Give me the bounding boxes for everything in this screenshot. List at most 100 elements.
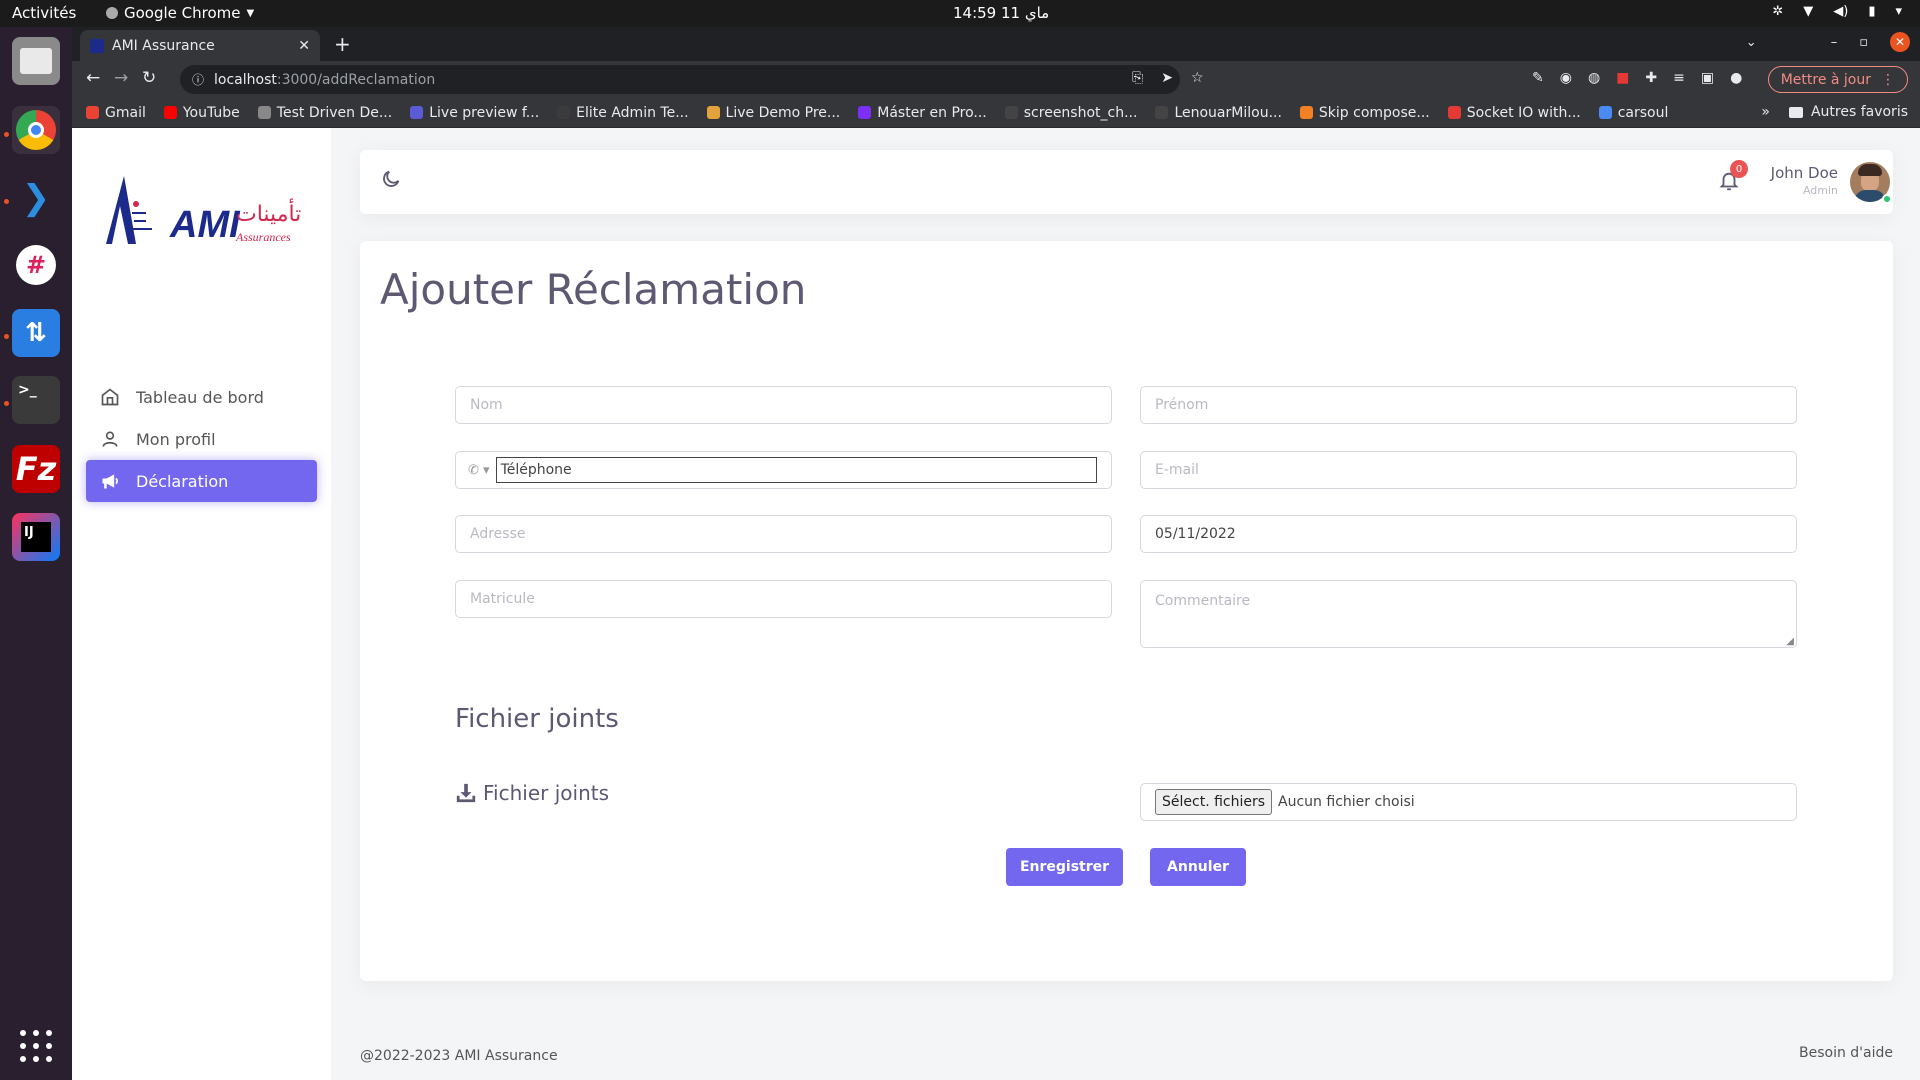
bookmark-favicon-icon [557, 106, 571, 119]
running-indicator [4, 401, 9, 406]
new-tab-icon[interactable]: + [334, 32, 351, 56]
app-menu[interactable]: Google Chrome ▼ [106, 4, 254, 22]
bookmark-item[interactable]: Live Demo Pre... [706, 104, 841, 121]
transfer-icon[interactable]: ⇅ [12, 309, 60, 357]
sidebar-item-tableau-de-bord[interactable]: Tableau de bord [86, 376, 317, 418]
extension-color-icon[interactable]: ◉ [1560, 70, 1572, 86]
bookmark-label: Gmail [105, 104, 146, 121]
bookmark-item[interactable]: screenshot_ch... [1004, 105, 1137, 121]
bookmark-star-icon[interactable]: ☆ [1191, 70, 1204, 86]
bookmark-item[interactable]: Elite Admin Te... [557, 104, 689, 121]
forward-icon[interactable]: → [114, 68, 128, 88]
bookmark-label: carsoul [1617, 104, 1669, 121]
country-code-select[interactable]: ✆ ▾ [468, 463, 490, 478]
activities-button[interactable]: Activités [12, 4, 76, 22]
dark-mode-moon-icon[interactable] [380, 168, 402, 190]
adresse-placeholder: Adresse [470, 526, 526, 542]
site-favicon-icon [90, 38, 104, 53]
other-bookmarks-label: Autres favoris [1810, 104, 1908, 120]
chrome-icon[interactable] [12, 106, 60, 154]
bookmark-item[interactable]: carsoul [1598, 104, 1669, 121]
intellij-icon[interactable]: IJ [12, 513, 60, 561]
profile-icon[interactable]: ● [1730, 70, 1742, 86]
bookmark-item[interactable]: YouTube [163, 105, 240, 121]
update-button[interactable]: Mettre à jour ⋮ [1767, 66, 1908, 93]
file-upload-field: Sélect. fichiers Aucun fichier choisi [1140, 783, 1797, 821]
cancel-button[interactable]: Annuler [1150, 848, 1246, 886]
back-icon[interactable]: ← [86, 68, 100, 88]
company-logo[interactable]: AMI تأمينات Assurances [106, 166, 301, 246]
commentaire-textarea[interactable]: Commentaire ◢ [1140, 580, 1797, 648]
help-link[interactable]: Besoin d'aide [1799, 1045, 1893, 1061]
extension-pen-icon[interactable]: ✎ [1532, 70, 1544, 86]
bookmark-item[interactable]: Socket IO with... [1447, 105, 1581, 121]
minimize-icon[interactable]: – [1831, 35, 1838, 50]
side-panel-icon[interactable]: ▣ [1701, 70, 1714, 86]
reload-icon[interactable]: ↻ [142, 68, 156, 88]
email-input[interactable]: E-mail [1140, 451, 1797, 489]
folder-icon [1788, 106, 1803, 118]
browser-tab[interactable]: AMI Assurance ✕ [80, 30, 320, 61]
notification-count-badge: 0 [1730, 160, 1748, 178]
translate-icon[interactable]: ⎘ [1132, 70, 1143, 86]
prenom-placeholder: Prénom [1155, 397, 1209, 413]
terminal-icon[interactable]: >_ [12, 376, 60, 424]
sidebar-item-mon-profil[interactable]: Mon profil [86, 418, 317, 460]
clock[interactable]: 14:59 11 ماي [953, 4, 1049, 22]
prenom-input[interactable]: Prénom [1140, 386, 1797, 424]
reading-list-icon[interactable]: ≡ [1673, 70, 1685, 86]
show-apps-icon[interactable] [20, 1030, 52, 1062]
close-window-icon[interactable]: ✕ [1890, 32, 1910, 52]
bookmark-item[interactable]: Máster en Pro... [858, 105, 987, 121]
address-bar[interactable]: ⓘ localhost:3000/addReclamation [180, 65, 1180, 94]
attachments-label: Fichier joints [455, 781, 609, 805]
bookmark-item[interactable]: Live preview f... [410, 105, 539, 121]
other-bookmarks-folder[interactable]: Autres favoris [1788, 104, 1908, 120]
maximize-icon[interactable]: ▫ [1859, 35, 1868, 50]
user-name[interactable]: John Doe [1748, 164, 1838, 182]
bookmark-item[interactable]: Gmail [86, 105, 146, 121]
bookmark-label: Live Demo Pre... [725, 104, 841, 121]
select-files-button[interactable]: Sélect. fichiers [1155, 789, 1273, 815]
filezilla-icon[interactable]: Fz [12, 445, 60, 493]
bookmark-item[interactable]: Skip compose... [1299, 105, 1430, 121]
bookmark-item[interactable]: Test Driven De... [257, 105, 392, 121]
adresse-input[interactable]: Adresse [455, 515, 1112, 553]
save-button[interactable]: Enregistrer [1006, 848, 1123, 886]
site-info-icon[interactable]: ⓘ [192, 71, 204, 88]
telephone-placeholder: Téléphone [500, 462, 572, 478]
extension-red-icon[interactable]: ■ [1616, 70, 1629, 86]
extension-globe-icon[interactable]: ◍ [1588, 70, 1600, 86]
network-icon: ✲ [1772, 4, 1784, 19]
running-indicator [4, 132, 9, 137]
telephone-field[interactable]: ✆ ▾ Téléphone [455, 451, 1112, 489]
app-header: 0 John Doe Admin [360, 150, 1893, 214]
tab-search-icon[interactable]: ⌄ [1746, 35, 1757, 50]
logo-subtitle: Assurances [236, 230, 291, 244]
nom-input[interactable]: Nom [455, 386, 1112, 424]
sidebar-menu: Tableau de bord Mon profil Déclaration [86, 376, 317, 502]
extensions-puzzle-icon[interactable]: ✚ [1645, 70, 1657, 86]
system-tray[interactable]: ✲ ▼ ◀) ▮ ▾ [1772, 4, 1902, 19]
more-bookmarks-icon[interactable]: » [1761, 104, 1770, 120]
sidebar-item-label: Mon profil [136, 429, 216, 449]
send-icon[interactable]: ➤ [1161, 70, 1173, 86]
sidebar-item-declaration[interactable]: Déclaration [86, 460, 317, 502]
url-host: localhost [214, 71, 277, 88]
home-icon [101, 388, 119, 406]
slack-icon[interactable]: # [12, 241, 60, 289]
vscode-icon[interactable]: ❯ [12, 174, 60, 222]
files-icon[interactable] [12, 37, 60, 85]
bookmark-favicon-icon [163, 106, 177, 119]
telephone-input[interactable]: Téléphone [495, 457, 1097, 483]
close-tab-icon[interactable]: ✕ [298, 38, 310, 54]
date-input[interactable]: 05/11/2022 [1140, 515, 1797, 553]
bookmark-item[interactable]: LenouarMilou... [1155, 105, 1282, 121]
bookmark-favicon-icon [858, 106, 872, 119]
bookmark-favicon-icon [1004, 106, 1018, 119]
bookmark-label: Elite Admin Te... [576, 104, 689, 121]
matricule-input[interactable]: Matricule [455, 580, 1112, 618]
url-path: :3000/addReclamation [276, 71, 436, 88]
kebab-menu-icon[interactable]: ⋮ [1881, 72, 1895, 88]
resize-handle-icon[interactable]: ◢ [1786, 636, 1794, 647]
